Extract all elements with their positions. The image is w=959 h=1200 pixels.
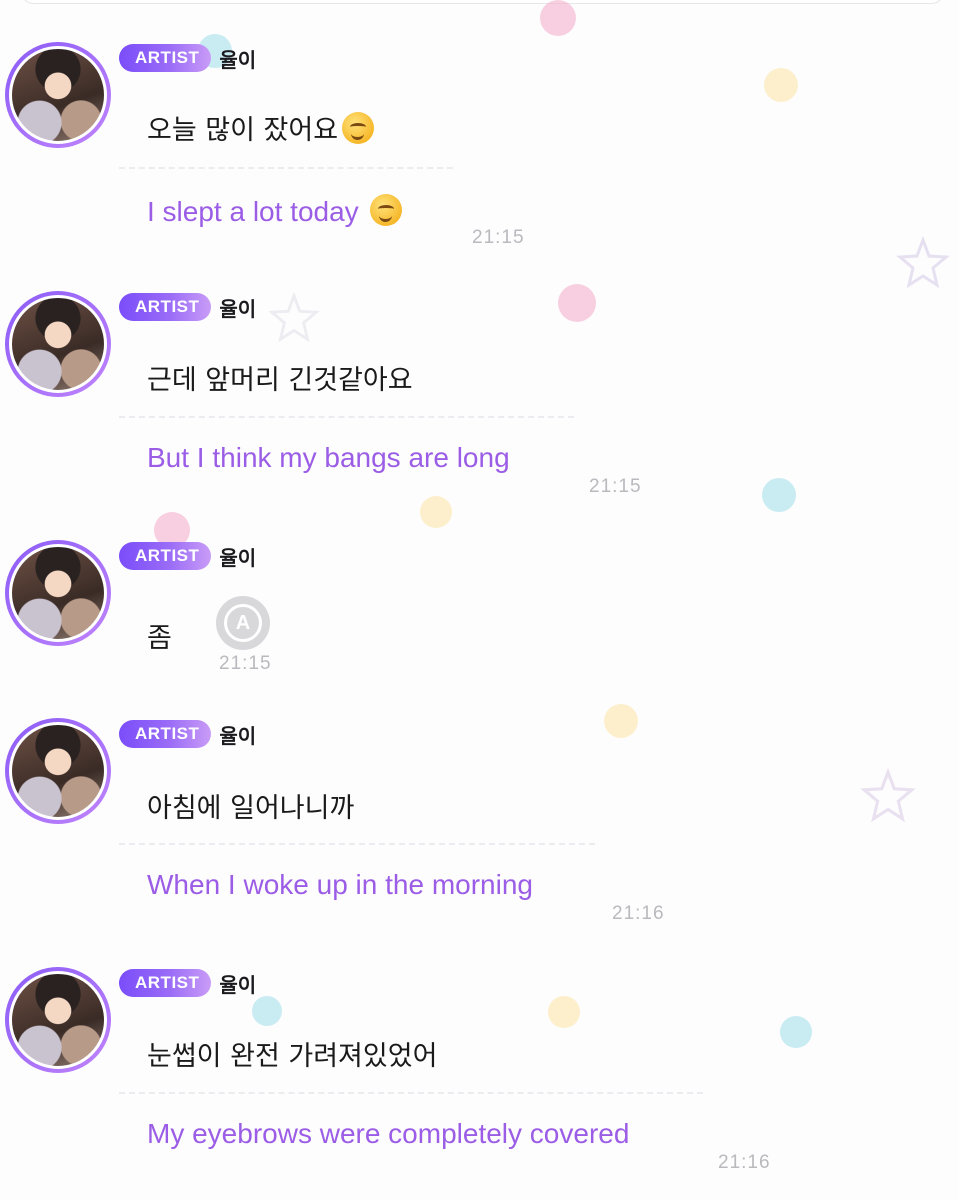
confetti-dot [540, 0, 576, 36]
artist-badge: ARTIST [119, 44, 212, 72]
star-icon [896, 236, 950, 289]
translate-icon: A [224, 604, 262, 642]
star-icon [268, 292, 320, 343]
confetti-dot [764, 68, 798, 102]
translation-divider [119, 1092, 703, 1094]
translated-message[interactable]: When I woke up in the morning [147, 869, 533, 901]
artist-name[interactable]: 율이 [219, 542, 256, 571]
artist-badge: ARTIST [119, 293, 212, 321]
translated-message[interactable]: But I think my bangs are long [147, 442, 510, 474]
translation-divider [119, 416, 574, 418]
artist-name[interactable]: 율이 [219, 720, 256, 749]
melting-face-icon [342, 112, 375, 144]
artist-avatar[interactable] [5, 718, 111, 824]
avatar-photo [9, 971, 107, 1069]
translate-button[interactable]: A [216, 596, 270, 650]
avatar-photo [9, 46, 107, 144]
original-text: 오늘 많이 잤어요 [147, 115, 339, 146]
message-timestamp: 21:16 [612, 903, 665, 924]
translated-message[interactable]: My eyebrows were completely covered [147, 1118, 629, 1150]
sender-row: ARTIST 율이 [119, 293, 256, 321]
artist-badge: ARTIST [119, 720, 212, 748]
artist-avatar[interactable] [5, 967, 111, 1073]
star-icon [860, 768, 916, 823]
original-message[interactable]: 오늘 많이 잤어요 [147, 108, 375, 147]
confetti-dot [558, 284, 596, 322]
confetti-dot [548, 996, 580, 1028]
artist-name[interactable]: 율이 [219, 44, 256, 73]
melting-face-icon [370, 194, 403, 226]
message-timestamp: 21:15 [472, 227, 525, 248]
artist-name[interactable]: 율이 [219, 293, 256, 322]
sender-row: ARTIST 율이 [119, 720, 256, 748]
avatar-photo [9, 722, 107, 820]
translated-message[interactable]: I slept a lot today [147, 194, 403, 228]
sender-row: ARTIST 율이 [119, 969, 256, 997]
confetti-dot [762, 478, 796, 512]
sender-row: ARTIST 율이 [119, 44, 256, 72]
avatar-photo [9, 295, 107, 393]
chat-screen: ARTIST 율이 오늘 많이 잤어요 I slept a lot today … [0, 0, 959, 1200]
message-timestamp: 21:15 [219, 653, 272, 674]
translation-divider [119, 167, 453, 169]
confetti-dot [420, 496, 452, 528]
artist-avatar[interactable] [5, 291, 111, 397]
confetti-dot [780, 1016, 812, 1048]
translation-divider [119, 843, 595, 845]
original-message[interactable]: 좀 [147, 616, 172, 655]
original-message[interactable]: 근데 앞머리 긴것같아요 [147, 358, 413, 397]
confetti-dot [604, 704, 638, 738]
original-message[interactable]: 아침에 일어나니까 [147, 786, 354, 825]
artist-avatar[interactable] [5, 42, 111, 148]
avatar-photo [9, 544, 107, 642]
confetti-dot [252, 996, 282, 1026]
translation-text: I slept a lot today [147, 196, 359, 227]
artist-badge: ARTIST [119, 969, 212, 997]
message-timestamp: 21:16 [718, 1152, 771, 1173]
artist-badge: ARTIST [119, 542, 212, 570]
original-message[interactable]: 눈썹이 완전 가려져있었어 [147, 1034, 437, 1073]
artist-avatar[interactable] [5, 540, 111, 646]
artist-name[interactable]: 율이 [219, 969, 256, 998]
message-timestamp: 21:15 [589, 476, 642, 497]
sender-row: ARTIST 율이 [119, 542, 256, 570]
top-bar-edge [20, 0, 945, 4]
